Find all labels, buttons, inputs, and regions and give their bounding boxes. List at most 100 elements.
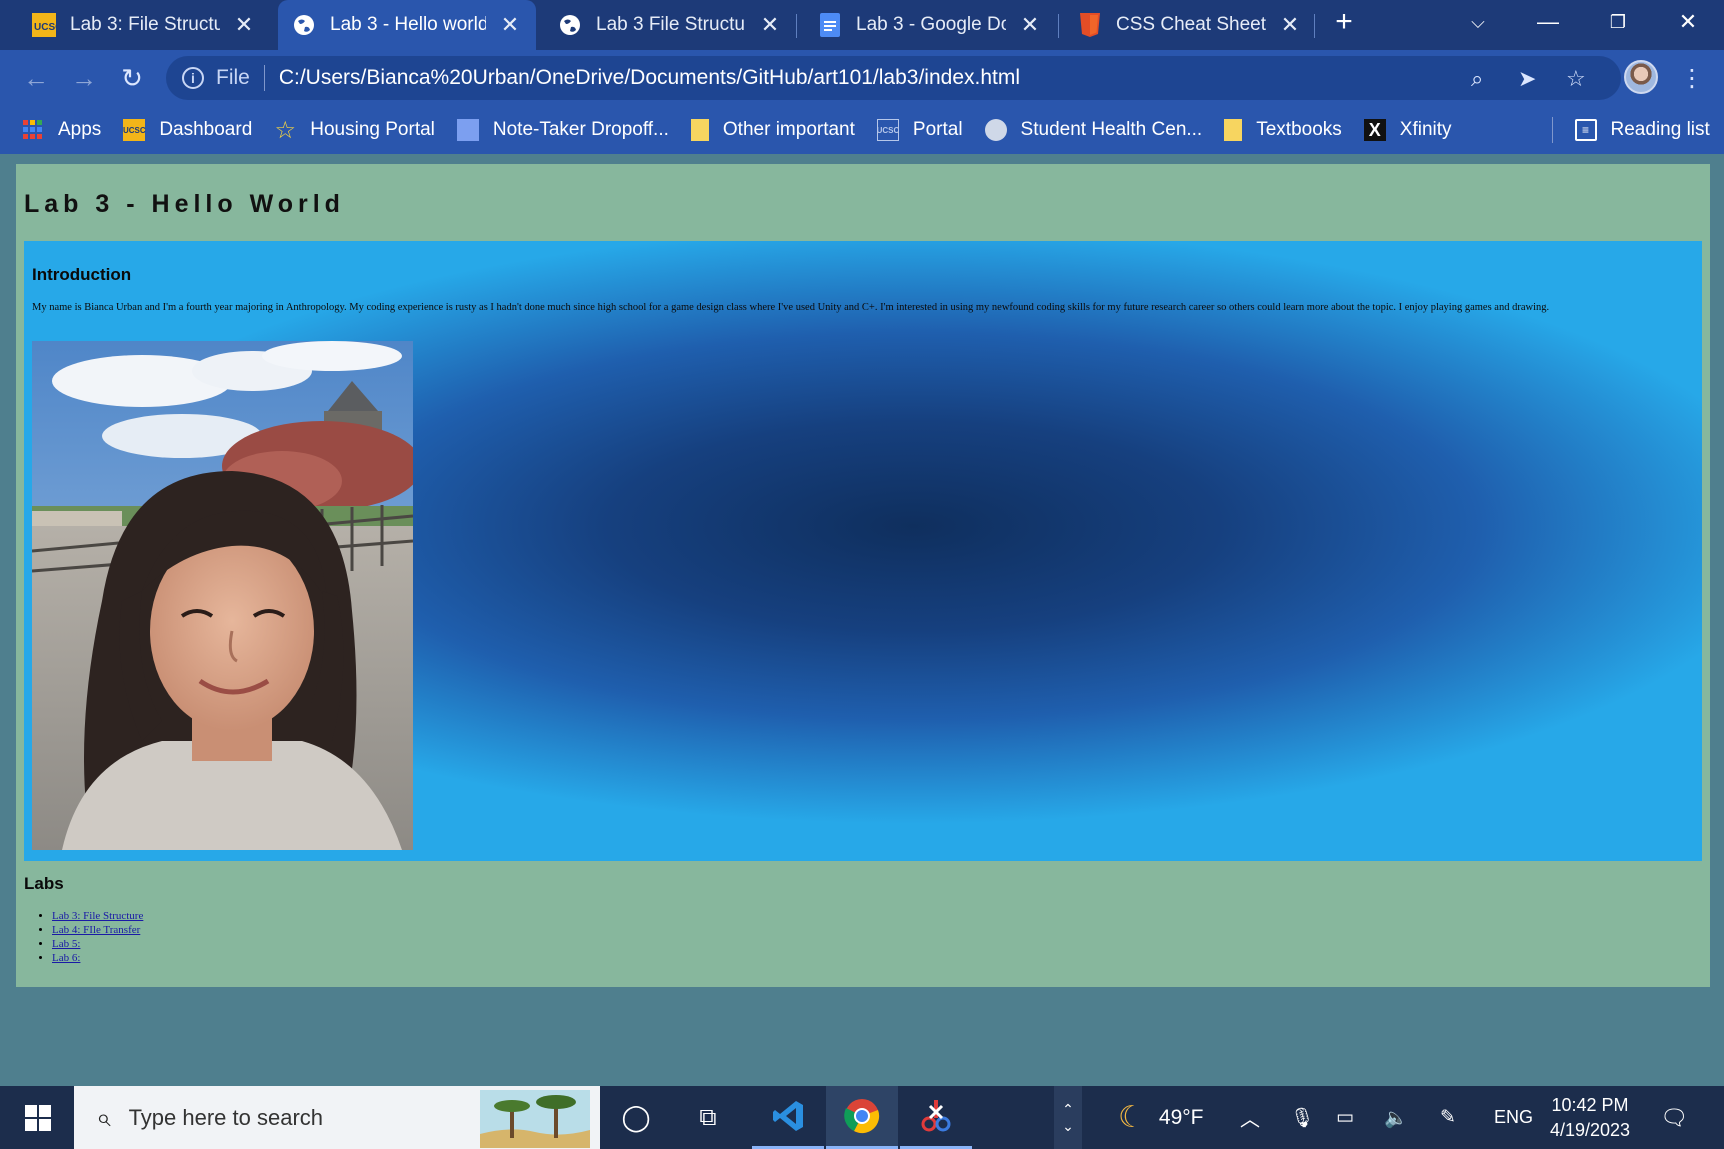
bookmark-other-important[interactable]: Other important xyxy=(690,119,855,141)
task-view-icon[interactable]: ⧉ xyxy=(672,1086,744,1149)
taskbar-scroll-arrows-icon[interactable]: ⌃ ⌄ xyxy=(1054,1086,1082,1149)
bookmark-portal[interactable]: UCSC Portal xyxy=(877,119,963,141)
lab6-link[interactable]: Lab 6: xyxy=(52,952,80,964)
page-body: Lab 3 - Hello World Introduction My name… xyxy=(16,164,1710,987)
lab3-link[interactable]: Lab 3: File Structure xyxy=(52,910,143,922)
profile-avatar[interactable] xyxy=(1624,60,1658,94)
back-arrow-icon[interactable]: ← xyxy=(20,62,52,94)
reading-list-icon: ≡ xyxy=(1574,119,1597,141)
tab-lab3-file-structure[interactable]: UCSC Lab 3: File Structure ✕ xyxy=(18,0,270,50)
close-icon[interactable]: ✕ xyxy=(1018,12,1042,38)
snipping-tool-icon[interactable] xyxy=(900,1086,972,1149)
list-item: Lab 5: xyxy=(52,937,143,951)
pen-icon[interactable]: ✎ xyxy=(1440,1086,1456,1149)
notification-center-icon[interactable]: 🗨 xyxy=(1660,1086,1688,1149)
address-scheme: File xyxy=(216,66,250,89)
search-highlight-illustration xyxy=(480,1090,590,1148)
introduction-text: My name is Bianca Urban and I'm a fourth… xyxy=(32,302,1550,313)
tab-google-docs[interactable]: Lab 3 - Google Docs ✕ xyxy=(804,0,1056,50)
folder-icon xyxy=(690,119,709,141)
weather-widget[interactable]: ☾ 49°F xyxy=(1118,1086,1204,1149)
tab-title: Lab 3 - Google Docs xyxy=(856,14,1006,35)
bookmark-xfinity[interactable]: X Xfinity xyxy=(1363,119,1452,141)
windows-start-icon[interactable] xyxy=(2,1086,74,1149)
lab4-link[interactable]: Lab 4: FIle Transfer xyxy=(52,924,140,936)
cortana-circle-icon[interactable]: ◯ xyxy=(600,1086,672,1149)
zoom-magnifier-icon[interactable]: ⌕ xyxy=(1471,66,1483,92)
bookmark-label: Xfinity xyxy=(1399,119,1452,140)
tab-hello-world[interactable]: Lab 3 - Hello world ✕ xyxy=(278,0,536,50)
new-tab-plus-icon[interactable]: + xyxy=(1316,0,1372,44)
introduction-heading: Introduction xyxy=(32,265,132,284)
list-item: Lab 6: xyxy=(52,951,143,965)
bookmark-label: Apps xyxy=(58,119,102,140)
bookmark-dashboard[interactable]: UCSC Dashboard xyxy=(123,119,252,141)
tab-lab3-file-structure-2[interactable]: Lab 3 File Structure ✕ xyxy=(544,0,796,50)
ucsc-favicon: UCSC xyxy=(877,119,899,141)
microphone-icon[interactable]: 🎙 xyxy=(1290,1086,1314,1149)
bookmark-label: Other important xyxy=(722,119,855,140)
apps-grid-icon xyxy=(22,119,44,141)
bookmark-textbooks[interactable]: Textbooks xyxy=(1224,119,1342,141)
close-icon[interactable]: ✕ xyxy=(1278,12,1302,38)
vscode-icon[interactable] xyxy=(752,1086,824,1149)
folder-icon xyxy=(1224,119,1243,141)
globe-icon xyxy=(558,13,582,37)
battery-icon[interactable]: ▭ xyxy=(1336,1086,1354,1149)
send-icon[interactable]: ➤ xyxy=(1518,66,1536,92)
tab-title: CSS Cheat Sheet - In xyxy=(1116,14,1266,35)
tab-strip: UCSC Lab 3: File Structure ✕ Lab 3 - Hel… xyxy=(0,0,1724,50)
tab-title: Lab 3 File Structure xyxy=(596,14,746,35)
search-placeholder: Type here to search xyxy=(128,1104,324,1130)
address-bar[interactable]: i File C:/Users/Bianca%20Urban/OneDrive/… xyxy=(166,56,1621,100)
xfinity-x-icon: X xyxy=(1363,119,1386,141)
close-icon[interactable]: ✕ xyxy=(232,12,256,38)
taskbar-search-box[interactable]: ⌕ Type here to search xyxy=(74,1086,600,1149)
taskbar-clock[interactable]: 10:42 PM 4/19/2023 xyxy=(1540,1093,1640,1143)
globe-icon xyxy=(984,119,1007,141)
bookmark-note-taker[interactable]: Note-Taker Dropoff... xyxy=(456,119,669,141)
info-icon[interactable]: i xyxy=(182,67,204,89)
address-url[interactable]: C:/Users/Bianca%20Urban/OneDrive/Documen… xyxy=(279,66,1020,90)
volume-icon[interactable]: 🔈 xyxy=(1384,1086,1408,1149)
windows-taskbar: ⌕ Type here to search ◯ ⧉ ⌃ ⌄ ☾ 49°F ︿ 🎙 … xyxy=(0,1086,1724,1149)
html5-icon xyxy=(1078,13,1102,37)
page-icon xyxy=(456,119,479,141)
bookmarks-bar: Apps UCSC Dashboard ☆ Housing Portal Not… xyxy=(0,106,1724,154)
reload-icon[interactable]: ↻ xyxy=(116,62,148,94)
labs-heading: Labs xyxy=(24,874,64,893)
reading-list-button[interactable]: ≡ Reading list xyxy=(1574,119,1710,141)
bookmark-apps[interactable]: Apps xyxy=(22,119,101,141)
bookmark-student-health[interactable]: Student Health Cen... xyxy=(984,119,1202,141)
clock-date: 4/19/2023 xyxy=(1549,1120,1631,1140)
star-bookmark-icon[interactable]: ☆ xyxy=(1566,66,1586,92)
tab-css-cheat-sheet[interactable]: CSS Cheat Sheet - In ✕ xyxy=(1064,0,1316,50)
tab-title: Lab 3 - Hello world xyxy=(330,14,486,35)
bookmark-housing-portal[interactable]: ☆ Housing Portal xyxy=(274,116,435,144)
star-icon: ☆ xyxy=(274,116,297,144)
minimize-icon[interactable]: — xyxy=(1518,0,1578,44)
tab-search-chevron-icon[interactable]: ⌵ xyxy=(1448,0,1508,44)
forward-arrow-icon[interactable]: → xyxy=(68,62,100,94)
weather-temperature: 49°F xyxy=(1158,1105,1204,1129)
close-icon[interactable]: ✕ xyxy=(758,12,782,38)
bookmark-label: Note-Taker Dropoff... xyxy=(492,119,669,140)
close-icon[interactable]: ✕ xyxy=(498,12,522,38)
clock-time: 10:42 PM xyxy=(1551,1095,1629,1115)
crescent-moon-icon: ☾ xyxy=(1118,1101,1145,1134)
restore-icon[interactable]: ❐ xyxy=(1588,0,1648,44)
ucsc-favicon: UCSC xyxy=(32,13,56,37)
selfie-photo xyxy=(32,341,413,850)
introduction-section: Introduction My name is Bianca Urban and… xyxy=(24,241,1702,861)
tab-title: Lab 3: File Structure xyxy=(70,14,220,35)
list-item: Lab 3: File Structure xyxy=(52,909,143,923)
lab5-link[interactable]: Lab 5: xyxy=(52,938,80,950)
close-window-icon[interactable]: ✕ xyxy=(1658,0,1718,44)
language-indicator[interactable]: ENG xyxy=(1494,1086,1533,1149)
page-title: Lab 3 - Hello World xyxy=(24,190,345,218)
chrome-icon[interactable] xyxy=(826,1086,898,1149)
show-hidden-icons-chevron-icon[interactable]: ︿ xyxy=(1240,1086,1260,1149)
menu-kebab-icon[interactable]: ⋮ xyxy=(1676,62,1708,94)
bookmark-label: Portal xyxy=(912,119,963,140)
google-docs-icon xyxy=(818,13,842,37)
